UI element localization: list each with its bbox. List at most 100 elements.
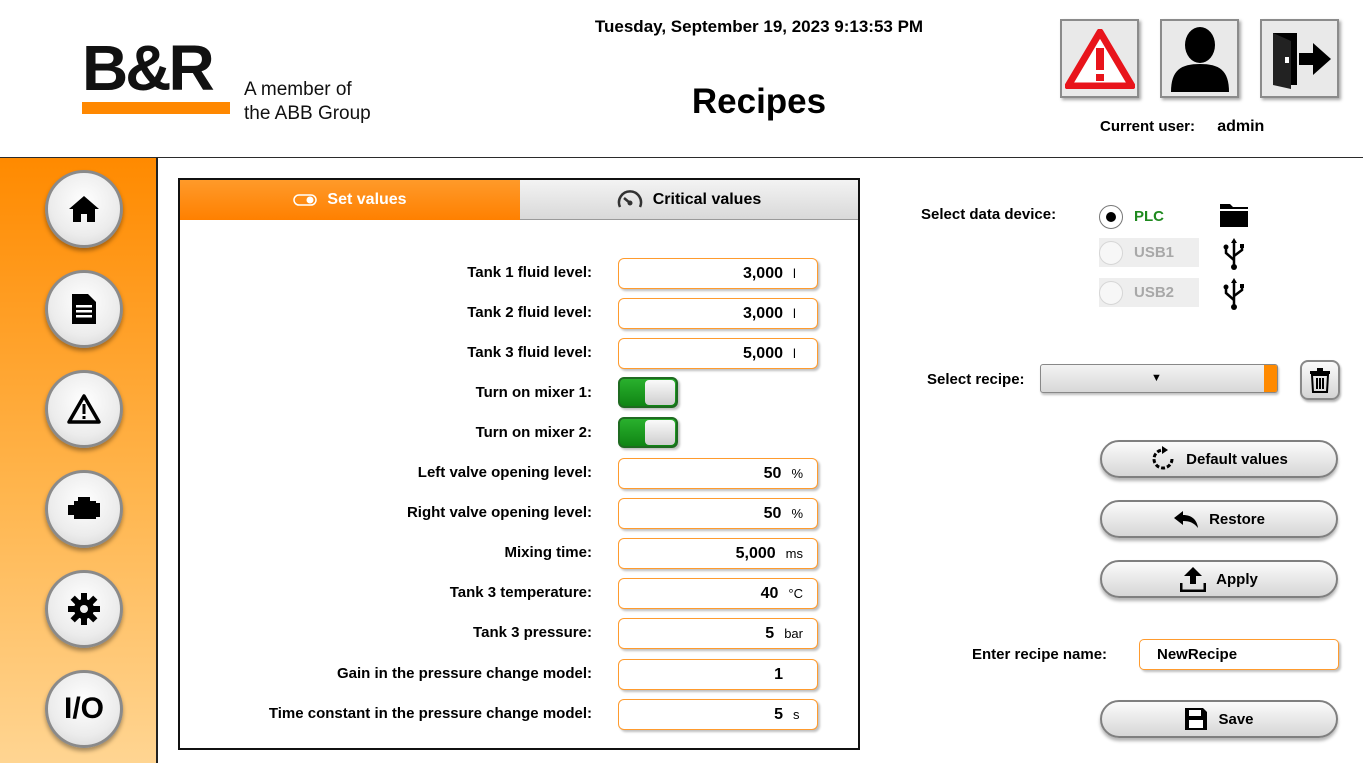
field-value: 5 — [765, 624, 775, 642]
field-unit: s — [793, 707, 800, 722]
restore-label: Restore — [1209, 510, 1265, 528]
recipe-name-input[interactable]: NewRecipe — [1139, 639, 1339, 670]
device-radio — [1099, 241, 1123, 265]
field-unit: °C — [788, 586, 803, 601]
field-unit: % — [791, 466, 803, 481]
field-value: 50 — [763, 504, 782, 522]
mixer2-toggle[interactable] — [618, 417, 678, 448]
recipe-name-label: Enter recipe name: — [972, 646, 1108, 663]
nav-document-button[interactable] — [45, 270, 123, 348]
field-value: 50 — [763, 464, 782, 482]
sidebar: I/O — [0, 158, 158, 763]
values-panel: Set values Critical values Tank 1 fluid … — [178, 178, 860, 750]
device-name: USB1 — [1134, 244, 1175, 261]
field-label: Turn on mixer 2: — [475, 424, 592, 441]
device-option-usb2: USB2 — [1099, 278, 1199, 307]
select-recipe-label: Select recipe: — [927, 371, 1025, 388]
tank2-level-field[interactable]: 3,000 l — [618, 298, 818, 329]
device-option-usb1: USB1 — [1099, 238, 1199, 267]
tab-critical-values[interactable]: Critical values — [520, 180, 858, 220]
default-values-button[interactable]: Default values — [1100, 440, 1338, 478]
device-radio — [1099, 281, 1123, 305]
device-name: USB2 — [1134, 284, 1175, 301]
field-label: Gain in the pressure change model: — [336, 665, 592, 682]
nav-settings-button[interactable] — [45, 570, 123, 648]
field-value: 3,000 — [742, 304, 783, 322]
field-label: Right valve opening level: — [406, 504, 592, 521]
toggle-knob — [645, 420, 675, 445]
tank3-pressure-field[interactable]: 5 bar — [618, 618, 818, 649]
reset-icon — [1152, 446, 1174, 470]
apply-label: Apply — [1216, 570, 1258, 588]
field-label: Time constant in the pressure change mod… — [268, 705, 592, 722]
save-button[interactable]: Save — [1100, 700, 1338, 738]
upload-icon — [1180, 567, 1207, 592]
user-button[interactable] — [1160, 19, 1239, 98]
usb-icon — [1223, 238, 1244, 270]
field-unit: % — [791, 506, 803, 521]
field-label: Tank 3 pressure: — [473, 624, 592, 641]
nav-home-button[interactable] — [45, 170, 123, 248]
field-value: 1 — [774, 665, 783, 683]
delete-recipe-button[interactable] — [1300, 360, 1340, 400]
header-bar: B&R A member of the ABB Group Tuesday, S… — [0, 0, 1363, 158]
toggle-icon — [293, 194, 318, 206]
page-title: Recipes — [691, 82, 827, 121]
data-device-label: Select data device: — [921, 206, 1057, 223]
nav-io-button[interactable]: I/O — [45, 670, 123, 748]
user-icon — [1170, 26, 1229, 92]
tank3-temperature-field[interactable]: 40 °C — [618, 578, 818, 609]
left-valve-field[interactable]: 50 % — [618, 458, 818, 489]
tank1-level-field[interactable]: 3,000 l — [618, 258, 818, 289]
device-option-plc[interactable]: PLC — [1099, 202, 1199, 231]
restore-button[interactable]: Restore — [1100, 500, 1338, 538]
field-unit: bar — [784, 626, 803, 641]
field-unit: ms — [785, 546, 803, 561]
pressure-time-constant-field[interactable]: 5 s — [618, 699, 818, 730]
pressure-gain-field[interactable]: 1 — [618, 659, 818, 690]
trash-icon — [1310, 368, 1330, 393]
mixing-time-field[interactable]: 5,000 ms — [618, 538, 818, 569]
recipe-dropdown[interactable]: ▼ — [1040, 364, 1278, 393]
undo-icon — [1174, 511, 1199, 528]
field-label: Tank 1 fluid level: — [467, 264, 592, 281]
field-unit: l — [793, 266, 796, 281]
home-icon — [69, 196, 99, 222]
warning-icon — [67, 394, 101, 424]
tab-set-values-label: Set values — [327, 191, 407, 208]
field-value: 3,000 — [742, 264, 783, 282]
right-valve-field[interactable]: 50 % — [618, 498, 818, 529]
save-label: Save — [1218, 710, 1254, 728]
gear-icon — [68, 593, 100, 625]
floppy-disk-icon — [1185, 708, 1208, 730]
tab-critical-values-label: Critical values — [652, 190, 762, 208]
field-value: 5 — [774, 705, 783, 723]
nav-alarms-button[interactable] — [45, 370, 123, 448]
field-label: Tank 3 temperature: — [449, 584, 592, 601]
nav-machine-button[interactable] — [45, 470, 123, 548]
chevron-down-icon: ▼ — [1151, 372, 1162, 384]
tab-set-values[interactable]: Set values — [180, 180, 520, 220]
logout-button[interactable] — [1260, 19, 1339, 98]
current-user-value: admin — [1217, 118, 1265, 135]
mixer1-toggle[interactable] — [618, 377, 678, 408]
field-label: Mixing time: — [504, 544, 592, 561]
field-value: 5,000 — [735, 544, 776, 562]
engine-icon — [68, 497, 100, 519]
device-name: PLC — [1134, 208, 1164, 225]
folder-icon — [1220, 204, 1248, 227]
apply-button[interactable]: Apply — [1100, 560, 1338, 598]
usb-icon — [1223, 278, 1244, 310]
field-unit: l — [793, 346, 796, 361]
document-icon — [72, 294, 96, 324]
field-unit: l — [793, 306, 796, 321]
field-label: Tank 3 fluid level: — [467, 344, 592, 361]
field-label: Tank 2 fluid level: — [467, 304, 592, 321]
alarm-button[interactable] — [1060, 19, 1139, 98]
field-label: Left valve opening level: — [417, 464, 592, 481]
device-radio[interactable] — [1099, 205, 1123, 229]
logout-icon — [1272, 32, 1331, 89]
toggle-knob — [645, 380, 675, 405]
tank3-level-field[interactable]: 5,000 l — [618, 338, 818, 369]
datetime-display: Tuesday, September 19, 2023 9:13:53 PM — [594, 17, 924, 36]
